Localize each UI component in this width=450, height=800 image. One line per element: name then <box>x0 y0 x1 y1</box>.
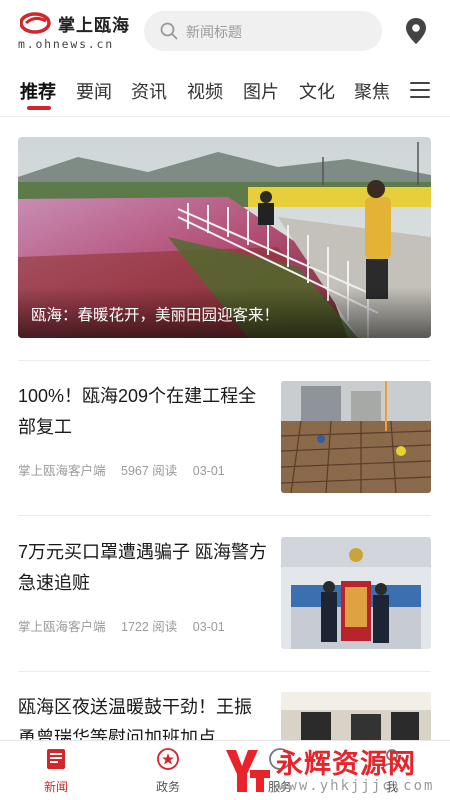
watermark-text: 永辉资源网 <box>276 749 416 779</box>
list-divider <box>18 360 431 361</box>
tab-recommend[interactable]: 推荐 <box>20 78 56 104</box>
hamburger-menu-icon[interactable] <box>410 82 430 98</box>
tab-culture[interactable]: 文化 <box>299 78 335 104</box>
article-date: 03-01 <box>192 464 225 478</box>
app-logo[interactable]: 掌上瓯海 m.ohnews.cn <box>18 10 133 54</box>
article-meta: 掌上瓯海客户端 1722 阅读 03-01 <box>18 616 237 635</box>
app-header: 掌上瓯海 m.ohnews.cn 新闻标题 <box>0 0 450 62</box>
nav-government[interactable]: 政务 <box>128 741 208 800</box>
watermark-url: www.yhkjjjc.com <box>278 778 435 794</box>
tab-pictures[interactable]: 图片 <box>243 78 279 104</box>
nav-news[interactable]: 新闻 <box>16 741 96 800</box>
list-divider <box>18 671 431 672</box>
news-icon <box>47 749 65 769</box>
hero-banner[interactable]: 瓯海：春暖花开，美丽田园迎客来！ <box>18 137 431 338</box>
tab-headlines[interactable]: 要闻 <box>76 78 112 104</box>
article-item[interactable]: 7万元买口罩遭遇骗子 瓯海警方急速追赃 掌上瓯海客户端 1722 阅读 03-0… <box>18 537 431 649</box>
article-title: 7万元买口罩遭遇骗子 瓯海警方急速追赃 <box>18 542 268 593</box>
watermark-logo-icon <box>226 750 270 792</box>
tab-news[interactable]: 资讯 <box>131 78 167 104</box>
logo-name: 掌上瓯海 <box>58 16 130 35</box>
search-icon <box>160 22 178 40</box>
tab-video[interactable]: 视频 <box>187 78 223 104</box>
list-divider <box>18 515 431 516</box>
nav-label: 新闻 <box>43 780 68 794</box>
article-source: 掌上瓯海客户端 <box>18 620 106 634</box>
logo-url: m.ohnews.cn <box>18 37 114 51</box>
active-tab-indicator <box>27 106 51 110</box>
tabs-divider <box>0 116 450 117</box>
article-item[interactable]: 100%！瓯海209个在建工程全部复工 掌上瓯海客户端 5967 阅读 03-0… <box>18 381 431 493</box>
article-reads: 5967 阅读 <box>121 464 178 478</box>
category-tabs: 推荐 要闻 资讯 视频 图片 文化 聚焦 <box>0 70 450 112</box>
hero-caption: 瓯海：春暖花开，美丽田园迎客来！ <box>31 307 280 324</box>
article-thumbnail <box>281 381 431 493</box>
search-bar[interactable]: 新闻标题 <box>144 11 382 51</box>
article-title: 100%！瓯海209个在建工程全部复工 <box>18 386 257 437</box>
nav-label: 政务 <box>155 780 180 794</box>
tab-focus[interactable]: 聚焦 <box>354 78 390 104</box>
article-reads: 1722 阅读 <box>121 620 178 634</box>
article-date: 03-01 <box>192 620 225 634</box>
watermark: 永辉资源网 www.yhkjjjc.com <box>218 738 448 800</box>
article-source: 掌上瓯海客户端 <box>18 464 106 478</box>
government-badge-icon <box>157 748 179 770</box>
logo-mark-icon <box>20 12 51 34</box>
search-placeholder: 新闻标题 <box>186 24 242 40</box>
article-meta: 掌上瓯海客户端 5967 阅读 03-01 <box>18 460 237 479</box>
article-thumbnail <box>281 537 431 649</box>
map-pin-icon[interactable] <box>404 17 428 45</box>
